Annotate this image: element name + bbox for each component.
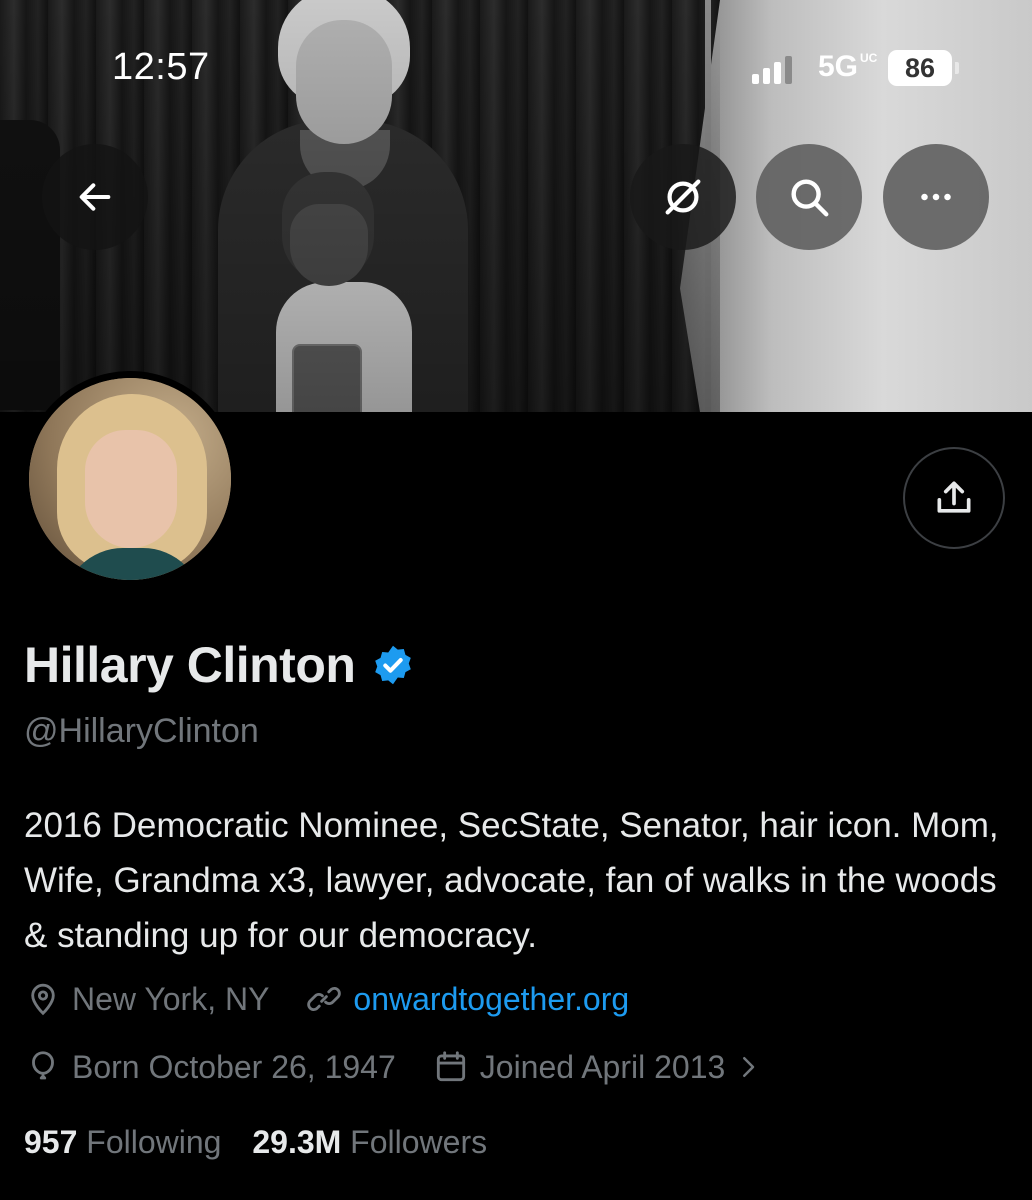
slash-circle-icon xyxy=(665,179,701,215)
location-item: New York, NY xyxy=(24,980,269,1018)
followers-label: Followers xyxy=(350,1124,488,1160)
more-button[interactable] xyxy=(883,144,989,250)
chevron-right-icon xyxy=(743,1057,755,1077)
battery-tip xyxy=(955,62,959,74)
location-text: New York, NY xyxy=(72,980,270,1017)
following-link[interactable]: 957 Following xyxy=(24,1124,221,1160)
share-button[interactable] xyxy=(903,447,1005,549)
joined-text[interactable]: Joined April 2013 xyxy=(480,1049,726,1086)
profile-stats: 957 Following 29.3M Followers xyxy=(24,1124,487,1161)
following-label: Following xyxy=(86,1124,222,1160)
search-button[interactable] xyxy=(756,144,862,250)
verified-badge-icon[interactable] xyxy=(371,643,415,687)
arrow-left-icon xyxy=(79,183,111,211)
cellular-signal-icon xyxy=(752,56,794,84)
profile-meta-row-2: Born October 26, 1947 Joined April 2013 xyxy=(24,1048,763,1086)
profile-meta-row-1: New York, NY onwardtogether.org xyxy=(24,980,629,1018)
profile-name-row: Hillary Clinton xyxy=(24,636,415,694)
birthday-item: Born October 26, 1947 xyxy=(24,1048,396,1086)
profile-handle: @HillaryClinton xyxy=(24,712,259,750)
following-count: 957 xyxy=(24,1124,78,1160)
status-time: 12:57 xyxy=(112,46,210,88)
joined-item[interactable]: Joined April 2013 xyxy=(432,1048,764,1086)
more-horizontal-icon xyxy=(921,193,951,201)
profile-name: Hillary Clinton xyxy=(24,637,356,693)
grok-button[interactable] xyxy=(630,144,736,250)
network-suffix: UC xyxy=(860,51,878,65)
birthday-text: Born October 26, 1947 xyxy=(72,1048,396,1085)
website-link[interactable]: onwardtogether.org xyxy=(353,981,629,1018)
followers-link[interactable]: 29.3M Followers xyxy=(252,1124,487,1160)
back-button[interactable] xyxy=(42,144,148,250)
avatar[interactable] xyxy=(29,378,231,580)
location-pin-icon xyxy=(31,983,55,1016)
followers-count: 29.3M xyxy=(252,1124,342,1160)
search-icon xyxy=(791,179,829,217)
network-type: 5G xyxy=(818,50,859,83)
avatar-face xyxy=(85,430,177,548)
calendar-icon xyxy=(436,1051,465,1082)
battery-level: 86 xyxy=(888,50,952,86)
share-icon xyxy=(937,481,971,513)
website-item[interactable]: onwardtogether.org xyxy=(305,980,629,1018)
balloon-icon xyxy=(32,1051,54,1080)
profile-bio: 2016 Democratic Nominee, SecState, Senat… xyxy=(24,806,999,955)
link-icon xyxy=(307,986,342,1012)
